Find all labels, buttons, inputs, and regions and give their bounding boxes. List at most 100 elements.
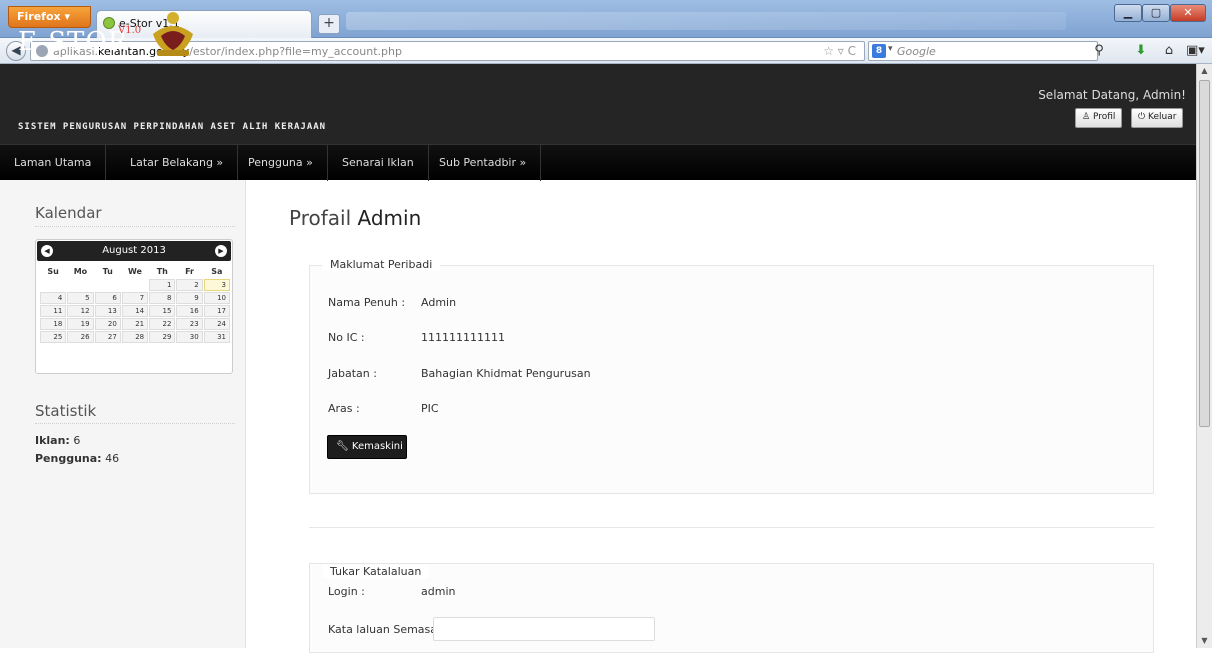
- menu-item-laman-utama[interactable]: Laman Utama: [0, 145, 107, 181]
- stat-iklan-value: 6: [73, 434, 81, 447]
- site-logo[interactable]: E-STOR: [18, 27, 128, 57]
- close-window-button[interactable]: ✕: [1170, 4, 1206, 22]
- calendar-widget: ◀ August 2013 ▶ Su Mo Tu We Th Fr Sa 123…: [35, 239, 233, 374]
- edit-button-label: Kemaskini: [351, 441, 403, 452]
- calendar-day[interactable]: 8: [149, 292, 176, 304]
- menu-item-latar-belakang[interactable]: Latar Belakang »: [116, 145, 239, 181]
- calendar-day[interactable]: 26: [67, 331, 94, 343]
- personal-info-legend: Maklumat Peribadi: [322, 258, 441, 271]
- calendar-day[interactable]: 12: [67, 305, 94, 317]
- weekday-label: Mo: [73, 266, 88, 276]
- menu-item-pengguna[interactable]: Pengguna »: [234, 145, 328, 181]
- calendar-week-row: 25 26 27 28 29 30 31: [40, 331, 230, 343]
- login-label: Login :: [328, 585, 365, 598]
- menu-item-sub-pentadbir[interactable]: Sub Pentadbir »: [425, 145, 542, 181]
- statistics-title: Statistik: [35, 402, 97, 420]
- calendar-day[interactable]: 19: [67, 318, 94, 330]
- calendar-divider: [35, 226, 235, 227]
- field-label: Aras :: [328, 402, 360, 415]
- weekday-label: Su: [47, 266, 59, 276]
- search-box[interactable]: 8 ▾ Google: [868, 41, 1098, 61]
- menu-item-senarai-iklan[interactable]: Senarai Iklan: [328, 145, 429, 181]
- edit-profile-button[interactable]: 🔧︎ Kemaskini: [327, 435, 407, 459]
- calendar-day[interactable]: 14: [121, 305, 149, 317]
- calendar-day[interactable]: 10: [203, 292, 230, 304]
- calendar-week-row: 123: [40, 279, 230, 291]
- profile-button[interactable]: ♙ Profil: [1075, 108, 1123, 128]
- calendar-header: ◀ August 2013 ▶: [37, 241, 231, 261]
- profile-button-label: Profil: [1092, 112, 1116, 122]
- field-label: Jabatan :: [328, 367, 377, 380]
- calendar-day[interactable]: 9: [176, 292, 203, 304]
- page-title-prefix: Profail: [289, 206, 352, 230]
- calendar-day[interactable]: 13: [94, 305, 121, 317]
- calendar-day[interactable]: 25: [40, 331, 67, 343]
- minimize-button[interactable]: ▁: [1114, 4, 1142, 22]
- calendar-day[interactable]: 18: [40, 318, 67, 330]
- calendar-week-row: 18 19 20 21 22 23 24: [40, 318, 230, 330]
- firefox-menu-label: Firefox: [17, 10, 61, 23]
- field-label: Nama Penuh :: [328, 296, 406, 309]
- calendar-day[interactable]: 23: [176, 318, 203, 330]
- weekday-label: Sa: [211, 266, 223, 276]
- calendar-empty-cell: [67, 279, 93, 291]
- calendar-day[interactable]: 16: [176, 305, 203, 317]
- bookmark-star-icon[interactable]: ☆ ▿ C: [823, 44, 856, 58]
- state-crest-icon: [153, 12, 193, 56]
- calendar-day[interactable]: 6: [94, 292, 121, 304]
- calendar-day[interactable]: 4: [40, 292, 67, 304]
- calendar-day[interactable]: 24: [203, 318, 230, 330]
- calendar-day[interactable]: 27: [94, 331, 121, 343]
- logout-button-label: Keluar: [1148, 112, 1177, 122]
- calendar-day[interactable]: 20: [94, 318, 121, 330]
- current-password-input[interactable]: [433, 617, 655, 641]
- maximize-button[interactable]: ▢: [1142, 4, 1170, 22]
- download-icon[interactable]: ⬇: [1132, 42, 1150, 60]
- field-value: 111111111111: [421, 331, 505, 344]
- calendar-day[interactable]: 15: [149, 305, 176, 317]
- power-icon: ⏻: [1138, 112, 1146, 122]
- new-tab-button[interactable]: +: [318, 14, 340, 34]
- calendar-prev-icon[interactable]: ◀: [41, 245, 53, 257]
- scrollbar-thumb[interactable]: [1199, 80, 1210, 427]
- stat-pengguna-value: 46: [105, 452, 120, 465]
- calendar-day[interactable]: 22: [149, 318, 176, 330]
- page-title-name: Admin: [357, 206, 422, 230]
- logout-button[interactable]: ⏻ Keluar: [1131, 108, 1184, 128]
- stat-pengguna: Pengguna: 46: [35, 452, 119, 465]
- menu-icon[interactable]: ▣▾: [1186, 42, 1205, 60]
- password-legend: Tukar Katalaluan: [322, 565, 430, 578]
- wrench-icon: 🔧︎: [336, 441, 349, 452]
- home-icon[interactable]: ⌂: [1160, 42, 1178, 60]
- stat-pengguna-label: Pengguna:: [35, 452, 102, 465]
- calendar-day[interactable]: 30: [176, 331, 203, 343]
- calendar-next-icon[interactable]: ▶: [215, 245, 227, 257]
- calendar-day[interactable]: 31: [203, 331, 230, 343]
- calendar-day[interactable]: 28: [121, 331, 149, 343]
- field-value: Bahagian Khidmat Pengurusan: [421, 367, 591, 380]
- search-icon[interactable]: ⚲: [1090, 42, 1108, 60]
- page-scrollbar[interactable]: ▲ ▼: [1196, 64, 1212, 648]
- url-path: /estor/index.php?file=my_account.php: [189, 45, 402, 58]
- scroll-up-icon[interactable]: ▲: [1197, 64, 1212, 78]
- calendar-day[interactable]: 17: [203, 305, 230, 317]
- calendar-day[interactable]: 1: [149, 279, 176, 291]
- weekday-label: Th: [156, 266, 168, 276]
- firefox-menu-button[interactable]: Firefox ▾: [8, 6, 91, 28]
- search-engine-icon: 8: [872, 44, 886, 58]
- calendar-day[interactable]: 21: [121, 318, 149, 330]
- stat-iklan-label: Iklan:: [35, 434, 70, 447]
- calendar-day[interactable]: 3: [203, 279, 230, 291]
- weekday-label: We: [128, 266, 142, 276]
- calendar-empty-cell: [95, 279, 121, 291]
- calendar-day[interactable]: 5: [67, 292, 94, 304]
- calendar-day[interactable]: 29: [149, 331, 176, 343]
- calendar-empty-cell: [122, 279, 148, 291]
- calendar-day[interactable]: 2: [176, 279, 203, 291]
- page-title: Profail Admin: [289, 206, 421, 230]
- search-engine-dropdown-icon[interactable]: ▾: [888, 44, 893, 54]
- scroll-down-icon[interactable]: ▼: [1197, 634, 1212, 648]
- calendar-day[interactable]: 11: [40, 305, 67, 317]
- calendar-day[interactable]: 7: [121, 292, 149, 304]
- site-header: [0, 64, 1196, 144]
